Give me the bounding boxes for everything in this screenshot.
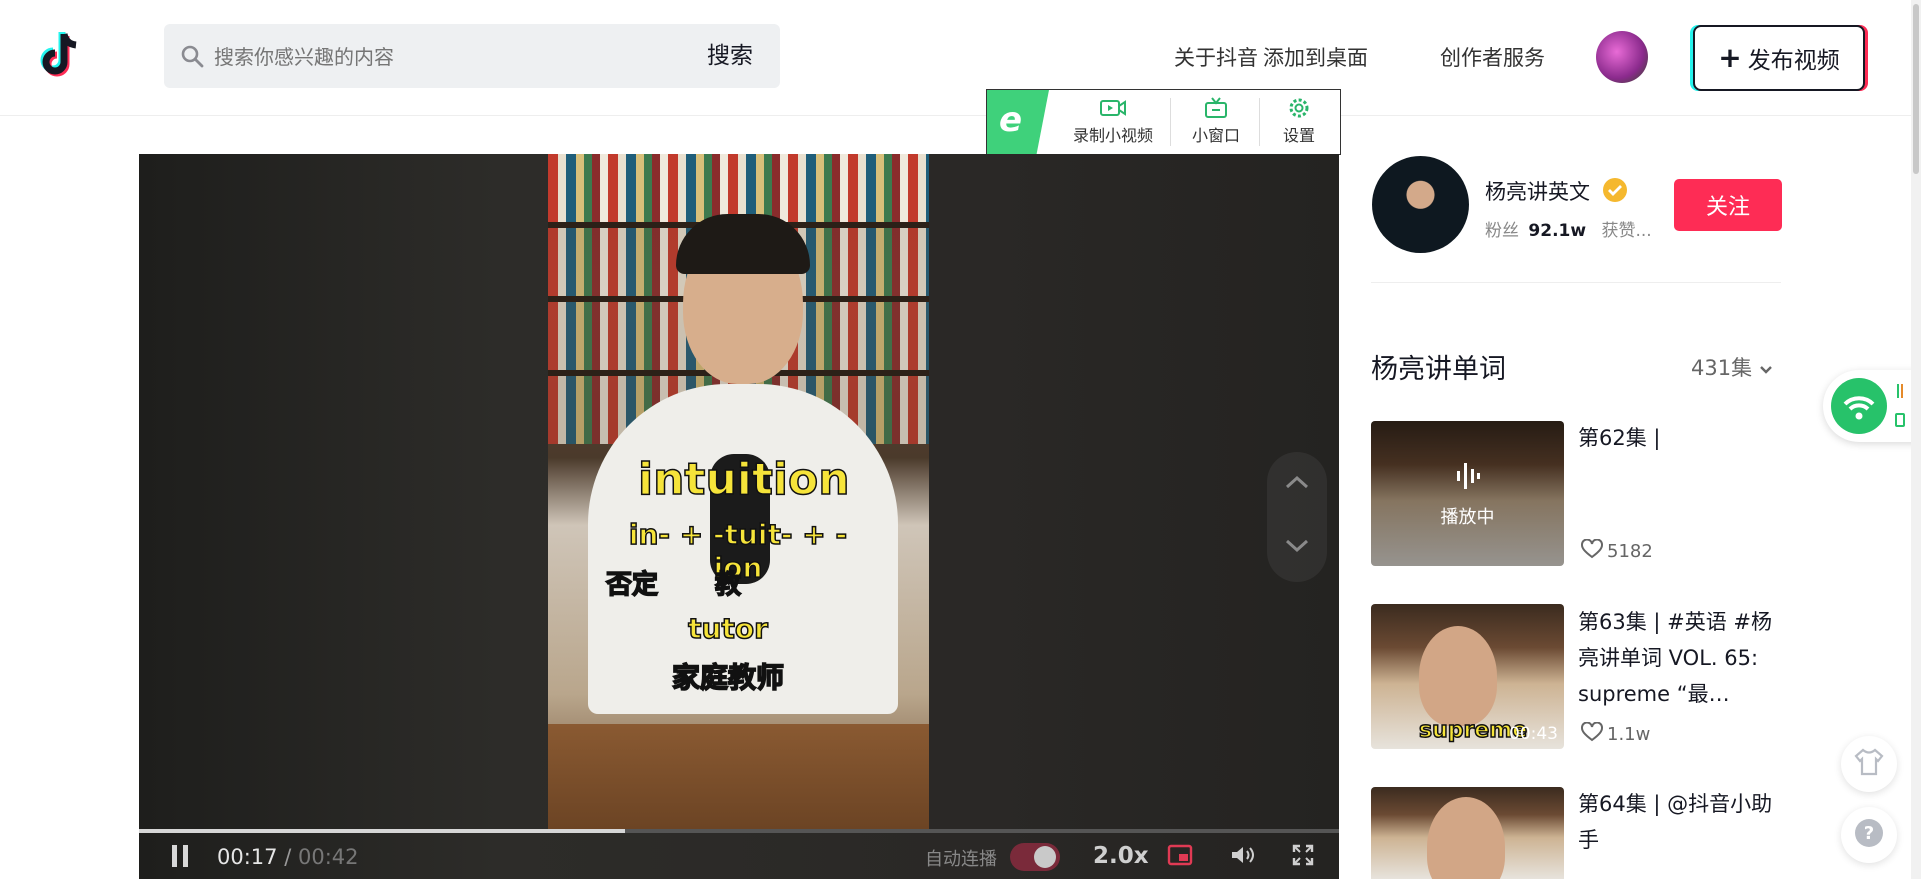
nav-link-about[interactable]: 关于抖音	[1174, 42, 1258, 72]
nav-link-creator-services[interactable]: 创作者服务	[1440, 42, 1545, 72]
help-button[interactable]: ?	[1841, 807, 1897, 863]
publish-label: 发布视频	[1747, 48, 1840, 74]
autoplay-label: 自动连播	[925, 849, 997, 870]
playing-label: 播放中	[1440, 507, 1495, 528]
volume-button[interactable]	[1229, 843, 1257, 872]
caption-word: intuition	[637, 453, 850, 506]
toggle-knob	[1034, 846, 1056, 868]
memory-icon	[1895, 412, 1905, 428]
episode-duration: 00:43	[1509, 724, 1558, 744]
heart-icon	[1581, 721, 1603, 747]
chevron-down-icon	[1759, 356, 1773, 380]
record-video-button[interactable]: 录制小视频	[1063, 96, 1163, 150]
search-button[interactable]: 搜索	[690, 36, 770, 76]
episode-thumbnail[interactable]: 播放中	[1371, 421, 1564, 566]
duration: 00:42	[297, 845, 359, 869]
chevron-down-icon	[1284, 538, 1310, 558]
episode-likes: 5182	[1581, 538, 1653, 564]
caption-gloss-teach: 教	[714, 569, 742, 601]
help-icon: ?	[1853, 817, 1885, 853]
svg-text:?: ?	[1864, 823, 1874, 844]
fans-count: 92.1w	[1528, 221, 1587, 241]
wifi-icon	[1831, 378, 1887, 434]
fans-label: 粉丝	[1485, 221, 1519, 241]
video-player[interactable]: intuition in- + -tuit- + -ion 否定 教 tutor…	[139, 154, 1339, 879]
likes-count: 1.1w	[1607, 724, 1651, 745]
scrollbar-thumb[interactable]	[1913, 4, 1919, 174]
fullscreen-button[interactable]	[1291, 843, 1315, 872]
toolbar-divider	[1170, 98, 1171, 146]
caption-gloss-negation: 否定	[605, 569, 659, 601]
bookshelf-row	[548, 154, 929, 222]
episode-title[interactable]: 第64集 | @抖音小助手	[1578, 786, 1783, 858]
episode-thumbnail[interactable]	[1371, 787, 1564, 879]
playback-speed-button[interactable]: 2.0x	[1093, 843, 1149, 869]
skin-theme-button[interactable]	[1841, 736, 1897, 792]
player-controls: 00:17 / 00:42 自动连播 2.0x	[139, 833, 1339, 879]
presenter-face	[1419, 626, 1497, 726]
settings-button[interactable]: 设置	[1269, 96, 1329, 150]
user-avatar[interactable]	[1596, 31, 1648, 83]
record-video-label: 录制小视频	[1072, 126, 1153, 145]
nav-link-add-to-desktop[interactable]: 添加到桌面	[1263, 42, 1368, 72]
collection-title: 杨亮讲单词	[1371, 354, 1506, 385]
shirt-icon	[1853, 747, 1885, 781]
settings-label: 设置	[1282, 126, 1315, 145]
next-video-button[interactable]	[1267, 518, 1327, 578]
caption-related-word: tutor	[687, 611, 768, 646]
current-time: 00:17	[217, 845, 278, 869]
douyin-logo[interactable]	[30, 26, 88, 84]
publish-video-button[interactable]: + 发布视频	[1693, 25, 1865, 91]
episode-thumbnail[interactable]: supreme 00:43	[1371, 604, 1564, 749]
episode-likes: 1.1w	[1581, 721, 1651, 747]
upload-download-icon	[1895, 382, 1905, 400]
tv-icon	[1180, 96, 1252, 122]
picture-in-picture-button[interactable]	[1167, 843, 1193, 872]
author-stats: 粉丝 92.1w 获赞...	[1485, 216, 1652, 241]
fullscreen-icon	[1291, 844, 1315, 872]
episode-title[interactable]: 第62集 |	[1578, 420, 1783, 456]
gear-icon	[1269, 96, 1329, 122]
network-speed-widget[interactable]	[1823, 370, 1921, 442]
caption-related-gloss: 家庭教师	[671, 660, 785, 695]
search-icon	[180, 44, 204, 68]
audio-wave-icon	[1455, 461, 1481, 495]
volume-icon	[1229, 847, 1257, 872]
video-frame: intuition in- + -tuit- + -ion 否定 教 tutor…	[548, 154, 929, 829]
follow-button[interactable]: 关注	[1674, 179, 1782, 231]
chevron-up-icon	[1284, 474, 1310, 494]
video-record-icon	[1063, 96, 1163, 122]
autoplay-toggle[interactable]	[1010, 843, 1060, 871]
likes-count: 5182	[1607, 541, 1653, 562]
time-display: 00:17 / 00:42	[217, 845, 359, 869]
search-input[interactable]	[212, 30, 676, 84]
author-name[interactable]: 杨亮讲英文	[1485, 176, 1590, 206]
pause-button[interactable]	[169, 843, 191, 874]
episode-title[interactable]: 第63集 | #英语 #杨亮讲单词 VOL. 65: supreme “最…	[1578, 604, 1783, 712]
collection-count-dropdown[interactable]: 431集	[1691, 352, 1773, 382]
heart-icon	[1581, 538, 1603, 564]
toolbar-divider	[1259, 98, 1260, 146]
collection-count: 431集	[1691, 356, 1753, 380]
likes-label: 获赞...	[1601, 221, 1652, 241]
top-header: 搜索 关于抖音 添加到桌面 创作者服务 + 发布视频	[0, 0, 1921, 116]
plus-icon: +	[1718, 41, 1742, 74]
browser-video-toolbar: e 录制小视频 小窗口 设置	[986, 89, 1341, 155]
browser-e-logo-icon: e	[987, 90, 1049, 154]
pip-icon	[1167, 844, 1193, 872]
mini-window-button[interactable]: 小窗口	[1180, 96, 1252, 150]
desk	[548, 724, 929, 829]
mini-window-label: 小窗口	[1191, 126, 1240, 145]
presenter-face	[1427, 797, 1505, 879]
verified-badge-icon	[1602, 177, 1628, 203]
author-avatar[interactable]	[1372, 156, 1469, 253]
pause-icon	[169, 845, 191, 874]
sidebar-divider	[1371, 282, 1781, 283]
previous-video-button[interactable]	[1267, 454, 1327, 514]
time-separator: /	[284, 845, 292, 869]
